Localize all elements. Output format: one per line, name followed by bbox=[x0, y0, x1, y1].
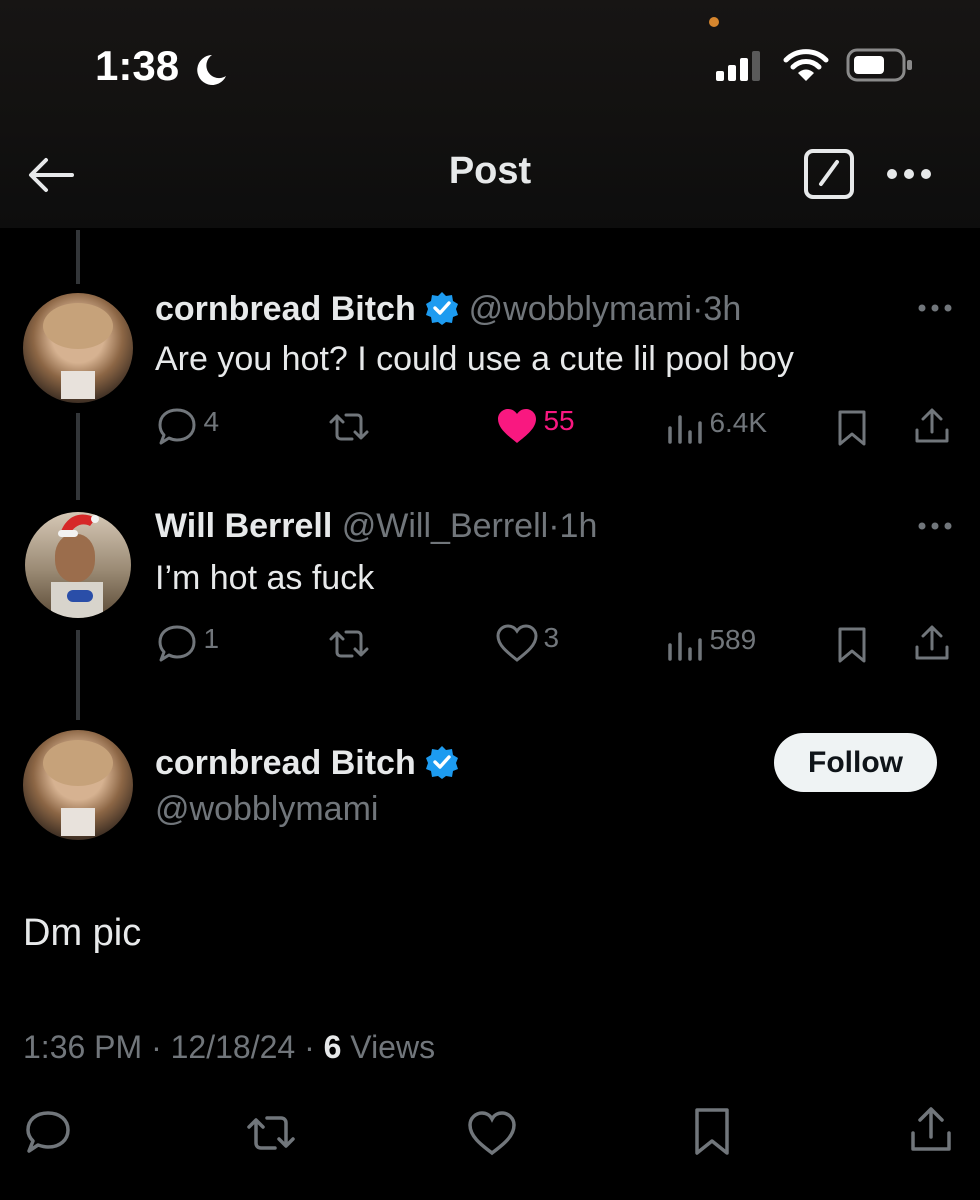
thread-line bbox=[76, 630, 80, 720]
reply-button[interactable]: 4 bbox=[155, 405, 219, 449]
views-button[interactable]: 6.4K bbox=[665, 407, 767, 447]
post-text: I’m hot as fuck bbox=[155, 559, 375, 597]
handle[interactable]: @wobblymami bbox=[469, 290, 692, 328]
post-age: 1h bbox=[559, 507, 598, 545]
more-options-icon[interactable] bbox=[884, 162, 936, 186]
views-button[interactable]: 589 bbox=[665, 624, 756, 664]
views-label: Views bbox=[350, 1029, 436, 1065]
display-name[interactable]: cornbread Bitch bbox=[155, 744, 416, 782]
reply-2-header: Will Berrell @Will_Berrell·1h bbox=[155, 507, 597, 546]
wifi-icon bbox=[783, 49, 829, 81]
post-meta: 1:36 PM · 12/18/24 · 6 Views bbox=[23, 1029, 435, 1066]
views-count: 589 bbox=[709, 624, 757, 655]
repost-icon[interactable] bbox=[325, 408, 373, 446]
post-time[interactable]: 1:36 PM bbox=[23, 1029, 142, 1065]
views-count: 6.4K bbox=[709, 407, 768, 438]
views-icon bbox=[668, 632, 702, 661]
heart-filled-icon bbox=[498, 409, 536, 443]
thread-line bbox=[76, 413, 80, 500]
bookmark-icon[interactable] bbox=[692, 1106, 732, 1158]
verified-badge-icon bbox=[426, 292, 459, 325]
post-text: Are you hot? I could use a cute lil pool… bbox=[155, 340, 794, 378]
reply-count: 1 bbox=[203, 623, 220, 655]
status-time: 1:38 bbox=[95, 42, 180, 89]
like-button[interactable]: 55 bbox=[495, 405, 575, 447]
separator: · bbox=[548, 507, 560, 545]
post-text: Dm pic bbox=[23, 912, 142, 954]
reply-icon bbox=[158, 408, 196, 445]
separator: · bbox=[692, 290, 704, 328]
follow-button[interactable]: Follow bbox=[774, 733, 937, 792]
handle[interactable]: @Will_Berrell bbox=[342, 507, 548, 545]
bookmark-icon[interactable] bbox=[835, 625, 869, 665]
reply-icon bbox=[158, 625, 196, 662]
share-icon[interactable] bbox=[907, 1105, 955, 1155]
like-count: 3 bbox=[543, 622, 560, 654]
compose-icon[interactable] bbox=[803, 148, 855, 200]
handle[interactable]: @wobblymami bbox=[155, 790, 378, 829]
reply-count: 4 bbox=[203, 406, 220, 438]
views-count: 6 bbox=[323, 1029, 342, 1065]
avatar[interactable] bbox=[23, 730, 133, 840]
heart-icon[interactable] bbox=[466, 1108, 518, 1158]
verified-badge-icon bbox=[426, 746, 459, 779]
like-button[interactable]: 3 bbox=[495, 622, 559, 664]
display-name[interactable]: cornbread Bitch bbox=[155, 290, 416, 328]
santa-hat-icon bbox=[58, 514, 99, 537]
avatar[interactable] bbox=[23, 293, 133, 403]
bookmark-icon[interactable] bbox=[835, 408, 869, 448]
reply-icon[interactable] bbox=[23, 1108, 73, 1158]
post-menu-icon[interactable] bbox=[917, 520, 953, 532]
reply-button[interactable]: 1 bbox=[155, 622, 219, 666]
moon-icon bbox=[197, 55, 226, 85]
heart-icon bbox=[496, 624, 538, 662]
privacy-indicator bbox=[709, 17, 719, 27]
reply-1-header: cornbread Bitch @wobblymami·3h bbox=[155, 290, 741, 329]
like-count: 55 bbox=[543, 405, 575, 437]
display-name[interactable]: Will Berrell bbox=[155, 507, 332, 545]
share-icon[interactable] bbox=[912, 406, 952, 446]
repost-icon[interactable] bbox=[325, 625, 373, 663]
main-post-author: cornbread Bitch bbox=[155, 744, 459, 783]
post-menu-icon[interactable] bbox=[917, 302, 953, 314]
views-icon bbox=[668, 415, 702, 444]
repost-icon[interactable] bbox=[243, 1110, 299, 1156]
thread-line bbox=[76, 230, 80, 284]
battery-icon bbox=[846, 48, 912, 82]
post-date[interactable]: 12/18/24 bbox=[171, 1029, 296, 1065]
separator: · bbox=[304, 1029, 315, 1065]
share-icon[interactable] bbox=[912, 623, 952, 663]
cellular-signal-icon bbox=[716, 51, 760, 81]
separator: · bbox=[151, 1029, 162, 1065]
post-age: 3h bbox=[703, 290, 742, 328]
